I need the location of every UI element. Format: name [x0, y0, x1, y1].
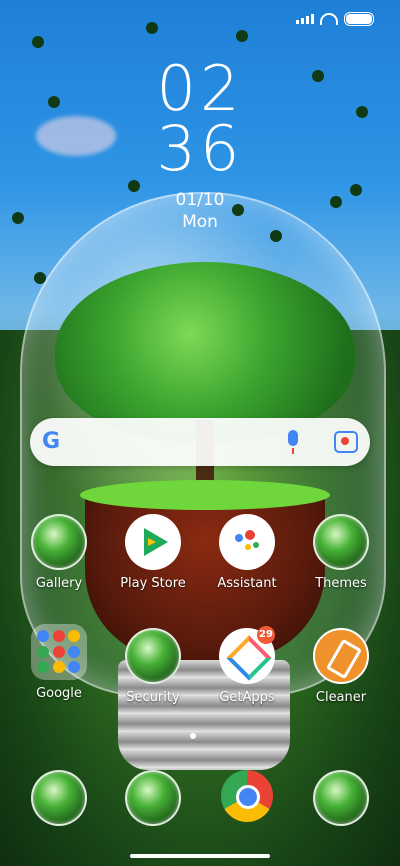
- app-play-store[interactable]: Play Store: [113, 514, 193, 591]
- home-indicator[interactable]: [130, 854, 270, 858]
- themes-icon: [313, 514, 369, 570]
- assistant-icon: [219, 514, 275, 570]
- app-label: Google: [36, 686, 82, 701]
- app-label: GetApps: [219, 690, 275, 705]
- app-cleaner[interactable]: Cleaner: [301, 628, 381, 705]
- wallpaper-bug: [146, 22, 158, 34]
- status-bar: [296, 12, 374, 26]
- google-logo-icon: G: [42, 429, 61, 454]
- google-search-bar[interactable]: G: [30, 418, 370, 466]
- signal-icon: [296, 14, 314, 24]
- security-icon: [125, 628, 181, 684]
- clock-hours[interactable]: 02: [0, 58, 400, 120]
- lens-icon[interactable]: [334, 431, 358, 453]
- cleaner-icon: [313, 628, 369, 684]
- app-security[interactable]: Security: [113, 628, 193, 705]
- dock-app-2[interactable]: [113, 770, 193, 826]
- app-gallery[interactable]: Gallery: [19, 514, 99, 591]
- dock-app-chrome[interactable]: [207, 770, 287, 822]
- app-assistant[interactable]: Assistant: [207, 514, 287, 591]
- wallpaper-grass: [80, 480, 330, 510]
- clock-minutes[interactable]: 36: [0, 118, 400, 180]
- app-getapps[interactable]: 29 GetApps: [207, 626, 287, 705]
- battery-icon: [344, 12, 374, 26]
- notification-badge: 29: [257, 626, 275, 644]
- wallpaper-bug: [34, 272, 46, 284]
- folder-google[interactable]: Google: [19, 624, 99, 701]
- page-indicator: [190, 733, 196, 739]
- camera-icon: [313, 770, 369, 826]
- app-label: Cleaner: [315, 690, 367, 705]
- app-label: Assistant: [217, 576, 277, 591]
- app-themes[interactable]: Themes: [301, 514, 381, 591]
- google-folder-icon: [31, 624, 87, 680]
- phone-icon: [31, 770, 87, 826]
- getapps-icon: 29: [219, 626, 275, 684]
- dock-app-4[interactable]: [301, 770, 381, 826]
- app-label: Security: [126, 690, 180, 705]
- wallpaper-bug: [236, 30, 248, 42]
- messages-icon: [125, 770, 181, 826]
- wallpaper-bug: [32, 36, 44, 48]
- play-store-icon: [125, 514, 181, 570]
- clock-weekday: Mon: [182, 212, 218, 232]
- clock-date: 01/10: [175, 190, 225, 210]
- gallery-icon: [31, 514, 87, 570]
- app-label: Gallery: [35, 576, 83, 591]
- app-label: Themes: [315, 576, 367, 591]
- chrome-icon: [221, 770, 273, 822]
- dock-app-1[interactable]: [19, 770, 99, 826]
- app-label: Play Store: [120, 576, 186, 591]
- wallpaper-tree: [55, 262, 355, 442]
- wifi-icon: [320, 13, 338, 25]
- mic-icon[interactable]: [288, 430, 298, 454]
